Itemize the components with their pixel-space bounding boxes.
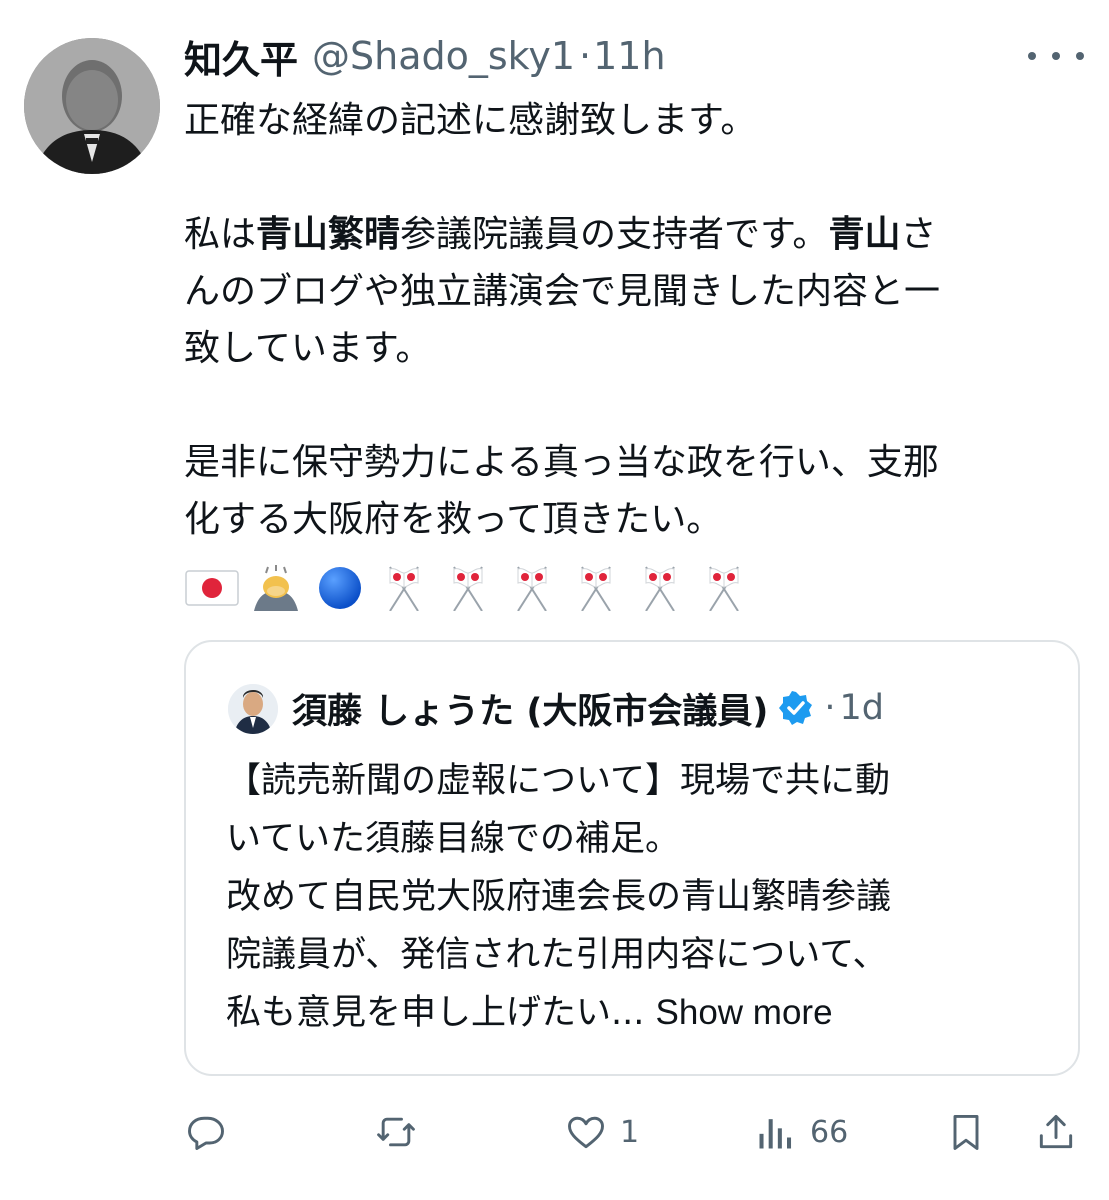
like-button[interactable]: 1 [564,1108,639,1156]
quote-body: 【読売新聞の虚報について】現場で共に動 いていた須藤目線での補足。 改めて自民党… [226,752,1046,1042]
quote-header: 須藤 しょうた (大阪市会議員) · 1d [292,680,884,736]
crossed-flags-icon [568,565,624,612]
author-handle[interactable]: @Shado_sky1 [312,34,575,78]
tweet-paragraph: 私は青山繁晴参議院議員の支持者です。青山さ [184,214,937,255]
tweet-header: 知久平 @Shado_sky1 · 11h [184,28,666,84]
tweet-line: 是非に保守勢力による真っ当な政を行い、支那 [184,442,939,483]
tweet-line: 正確な経緯の記述に感謝致します。 [184,100,757,141]
emoji-row [184,560,752,616]
quote-author-name[interactable]: 須藤 しょうた (大阪市会議員) [292,683,768,734]
crossed-flags-icon [696,565,752,612]
more-options-icon[interactable] [1028,42,1084,70]
share-button[interactable] [1034,1108,1078,1156]
quote-line: いていた須藤目線での補足。 [226,819,680,859]
bold-name: 青山繁晴 [256,214,401,255]
tweet-timestamp[interactable]: 11h [593,34,665,78]
bold-name: 青山 [828,214,901,255]
quote-timestamp[interactable]: 1d [840,688,885,728]
japan-flag-icon [184,565,240,611]
separator-dot: · [824,688,836,728]
bookmark-button[interactable] [944,1108,988,1156]
author-avatar-image [24,38,160,174]
retweet-button[interactable] [374,1108,430,1156]
tweet-line: 化する大阪府を救って頂きたい。 [184,499,723,540]
quote-line: 院議員が、発信された引用内容について、 [226,935,888,975]
separator-dot: · [579,34,592,78]
views-count: 66 [810,1114,849,1150]
reply-button[interactable] [184,1108,240,1156]
crossed-flags-icon [504,565,560,612]
verified-badge-icon [778,690,814,726]
retweet-icon [377,1117,415,1147]
crossed-flags-icon [440,565,496,612]
share-icon [1039,1114,1073,1149]
quote-line: 【読売新聞の虚報について】現場で共に動 [226,761,890,801]
show-more-link[interactable]: Show more [656,993,833,1032]
bookmark-icon [953,1114,979,1150]
action-bar: 1 66 [184,1100,1084,1160]
crossed-flags-icon [632,565,688,612]
crossed-flags-icon [376,565,432,612]
blue-circle-icon [312,565,368,611]
quoted-tweet[interactable]: 須藤 しょうた (大阪市会議員) · 1d 【読売新聞の虚報について】現場で共に… [184,640,1080,1076]
views-icon [759,1119,792,1149]
reply-icon [188,1116,224,1150]
like-count: 1 [620,1114,640,1150]
heart-icon [568,1116,604,1149]
quote-author-avatar[interactable] [228,684,278,734]
person-bowing-icon [248,565,304,611]
views-button[interactable]: 66 [754,1108,848,1156]
quote-line: 改めて自民党大阪府連会長の青山繁晴参議 [226,877,892,917]
quote-line: 私も意見を申し上げたい... Show more [226,993,833,1033]
author-name[interactable]: 知久平 [184,29,298,84]
tweet-line: 致しています。 [184,328,432,369]
tweet-body: 正確な経緯の記述に感謝致します。 私は青山繁晴参議院議員の支持者です。青山さ ん… [184,92,1064,548]
tweet-line: んのブログや独立講演会で見聞きした内容と一 [184,271,941,312]
author-avatar[interactable] [24,38,160,174]
